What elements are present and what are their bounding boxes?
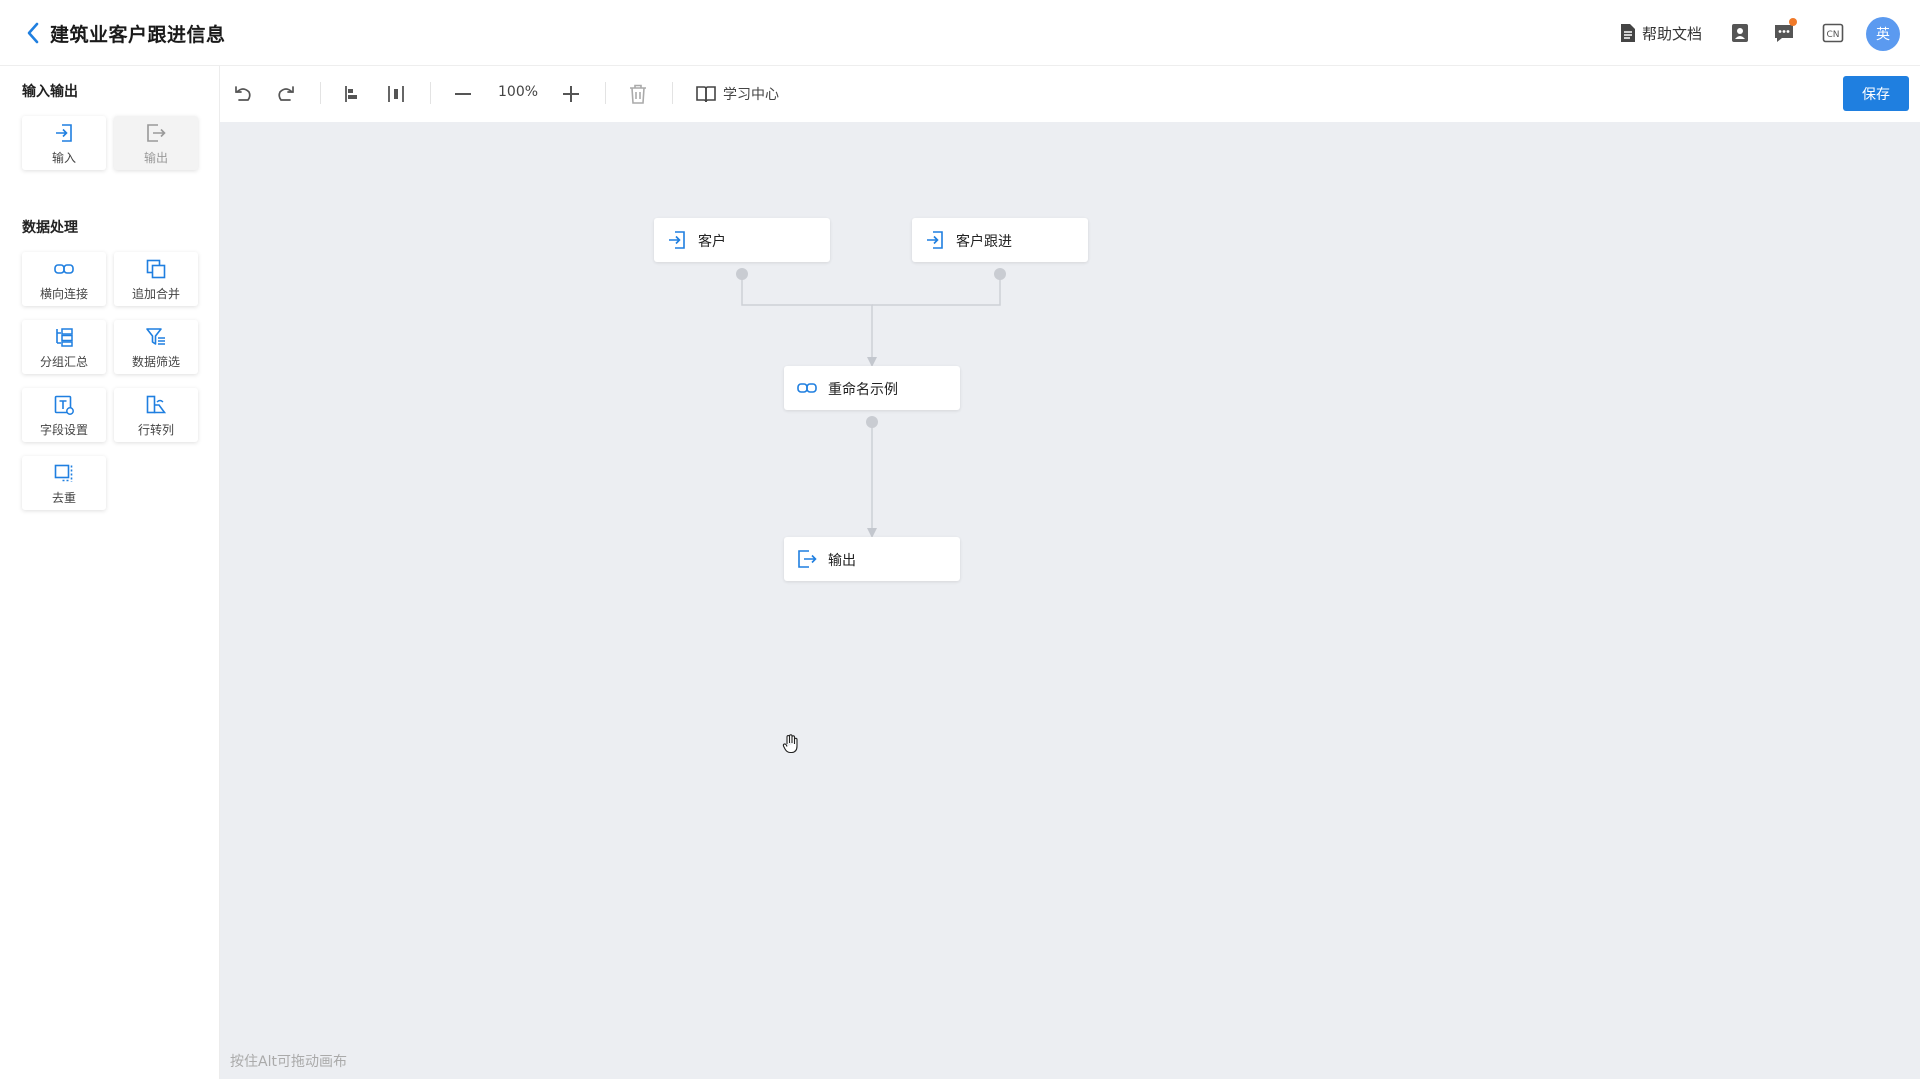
edge-customer-to-rename [741,276,877,367]
input-icon [669,231,685,249]
tool-label: 分组汇总 [39,355,88,369]
learning-center-link[interactable]: 学习中心 [695,82,779,106]
edge-followup-to-rename [872,276,1001,306]
toolbar-divider [430,82,431,104]
avatar[interactable]: 英 [1866,17,1900,51]
flow-node-output[interactable]: 输出 [784,537,960,581]
copy-icon [146,259,166,279]
link-icon [54,264,74,274]
node-output-port[interactable] [994,268,1006,280]
learning-center-label: 学习中心 [723,87,779,103]
tool-label: 去重 [51,491,76,505]
help-doc-link[interactable]: 帮助文档 [1620,21,1702,45]
back-arrow-icon[interactable] [24,21,42,45]
undo-icon[interactable] [231,82,255,106]
tool-field-settings[interactable]: 字段设置 [22,388,106,442]
tool-horizontal-join[interactable]: 横向连接 [22,252,106,306]
node-label: 输出 [828,553,856,569]
trash-icon[interactable] [626,82,650,106]
flow-node-customer-followup[interactable]: 客户跟进 [912,218,1088,262]
node-label: 客户 [698,234,726,250]
tool-label: 输出 [143,151,168,165]
node-palette: 输入输出 输入 输出 数据处理 横向连接 追加合并 分组汇总 数据筛选 字段设置… [0,66,220,1079]
toolbar-divider [672,82,673,104]
processing-section-title: 数据处理 [22,220,78,236]
output-icon [798,550,817,568]
tool-label: 数据筛选 [131,355,180,369]
node-output-port[interactable] [866,416,878,428]
filter-icon [146,328,165,345]
tool-input[interactable]: 输入 [22,116,106,170]
input-icon [927,231,943,249]
page-title: 建筑业客户跟进信息 [50,24,226,46]
language-badge-text: CN [1826,30,1839,40]
language-icon: CN [1822,23,1844,43]
tool-label: 字段设置 [39,423,88,437]
help-doc-label: 帮助文档 [1642,24,1703,43]
notification-dot [1789,18,1797,26]
text-field-icon [54,395,74,415]
top-header: 建筑业客户跟进信息 帮助文档 CN 英 [0,0,1920,66]
tool-output[interactable]: 输出 [114,116,198,170]
save-button[interactable]: 保存 [1843,76,1909,111]
flow-node-rename-example[interactable]: 重命名示例 [784,366,960,410]
tool-row-to-column[interactable]: 行转列 [114,388,198,442]
input-icon [56,124,72,142]
tool-label: 输入 [51,151,76,165]
toolbar-divider [320,82,321,104]
tool-append-merge[interactable]: 追加合并 [114,252,198,306]
flow-node-customer[interactable]: 客户 [654,218,830,262]
book-icon [696,86,716,103]
tool-data-filter[interactable]: 数据筛选 [114,320,198,374]
tool-label: 追加合并 [131,287,180,301]
flow-canvas[interactable]: 客户 客户跟进 重命名示例 输出 按住Alt可拖动画布 [220,122,1920,1079]
flow-edges [741,276,1001,538]
node-output-port[interactable] [736,268,748,280]
zoom-out-icon[interactable] [451,82,475,106]
tool-label: 横向连接 [39,287,88,301]
output-icon [147,124,166,142]
tool-label: 行转列 [137,423,174,437]
group-icon [56,328,73,347]
node-label: 重命名示例 [828,382,898,398]
redo-icon[interactable] [274,82,298,106]
link-icon [797,383,817,393]
tool-dedupe[interactable]: 去重 [22,456,106,510]
io-section-title: 输入输出 [22,84,78,100]
distribute-icon[interactable] [384,82,408,106]
dedupe-icon [54,464,73,482]
node-label: 客户跟进 [956,234,1012,250]
align-left-icon[interactable] [341,82,365,106]
document-icon [1621,24,1635,42]
contacts-icon[interactable] [1729,22,1751,44]
language-switch[interactable]: CN [1822,22,1844,44]
zoom-level: 100% [498,84,539,100]
canvas-drag-hint: 按住Alt可拖动画布 [230,1054,347,1070]
row-to-column-icon [146,395,167,414]
zoom-in-icon[interactable] [559,82,583,106]
tool-group-summary[interactable]: 分组汇总 [22,320,106,374]
hand-cursor-icon [782,734,798,754]
canvas-toolbar: 100% 学习中心 [220,66,1920,122]
toolbar-divider [605,82,606,104]
